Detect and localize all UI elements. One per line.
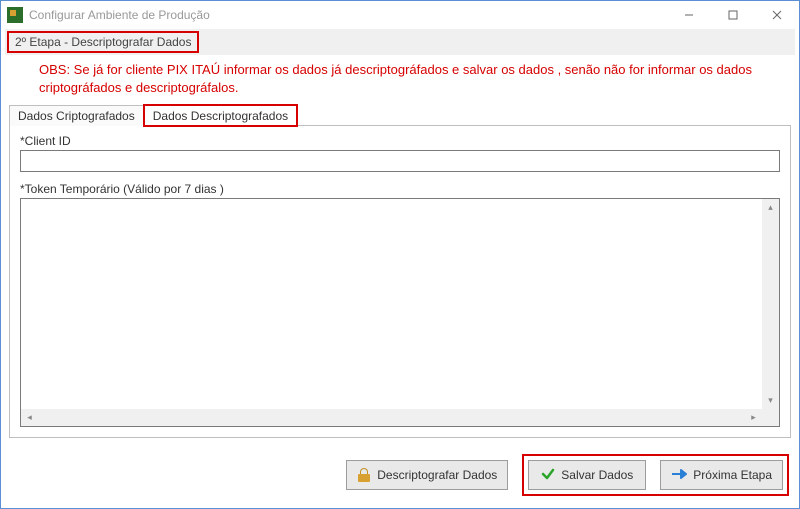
client-id-label: *Client ID xyxy=(20,134,780,148)
app-icon xyxy=(7,7,23,23)
decrypt-button[interactable]: Descriptografar Dados xyxy=(346,460,508,490)
tab-decrypted[interactable]: Dados Descriptografados xyxy=(144,105,297,126)
next-button-label: Próxima Etapa xyxy=(693,468,772,482)
next-button[interactable]: Próxima Etapa xyxy=(660,460,783,490)
tabs: Dados Criptografados Dados Descriptograf… xyxy=(9,105,791,126)
maximize-icon xyxy=(728,10,738,20)
button-row: Descriptografar Dados Salvar Dados Próxi… xyxy=(1,446,799,508)
decrypt-button-label: Descriptografar Dados xyxy=(377,468,497,482)
token-label: *Token Temporário (Válido por 7 dias ) xyxy=(20,182,780,196)
titlebar: Configurar Ambiente de Produção xyxy=(1,1,799,29)
client-id-input[interactable] xyxy=(20,150,780,172)
check-icon xyxy=(541,467,555,484)
stage-label: 2º Etapa - Descriptografar Dados xyxy=(7,31,199,53)
scroll-up-icon[interactable]: ▴ xyxy=(762,199,779,216)
token-textarea[interactable] xyxy=(21,199,762,409)
scroll-left-icon[interactable]: ◂ xyxy=(21,409,38,426)
stage-header: 2º Etapa - Descriptografar Dados xyxy=(5,29,795,55)
save-button-label: Salvar Dados xyxy=(561,468,633,482)
window-frame: Configurar Ambiente de Produção 2º Etapa… xyxy=(0,0,800,509)
minimize-button[interactable] xyxy=(667,1,711,29)
window-title: Configurar Ambiente de Produção xyxy=(29,8,667,22)
maximize-button[interactable] xyxy=(711,1,755,29)
vertical-scrollbar[interactable]: ▴ ▾ xyxy=(762,199,779,409)
window-controls xyxy=(667,1,799,29)
close-icon xyxy=(772,10,782,20)
minimize-icon xyxy=(684,10,694,20)
token-textarea-wrap: ▴ ▾ ◂ ▸ xyxy=(20,198,780,427)
scrollbar-corner xyxy=(762,409,779,426)
close-button[interactable] xyxy=(755,1,799,29)
scroll-down-icon[interactable]: ▾ xyxy=(762,392,779,409)
lock-icon xyxy=(357,468,371,482)
tab-encrypted[interactable]: Dados Criptografados xyxy=(9,105,144,126)
tab-panel-decrypted: *Client ID *Token Temporário (Válido por… xyxy=(9,125,791,438)
horizontal-scrollbar[interactable]: ◂ ▸ xyxy=(21,409,762,426)
arrow-right-icon xyxy=(671,467,687,484)
obs-note: OBS: Se já for cliente PIX ITAÚ informar… xyxy=(1,55,799,104)
save-button[interactable]: Salvar Dados xyxy=(528,460,646,490)
scroll-right-icon[interactable]: ▸ xyxy=(745,409,762,426)
highlighted-buttons: Salvar Dados Próxima Etapa xyxy=(522,454,789,496)
